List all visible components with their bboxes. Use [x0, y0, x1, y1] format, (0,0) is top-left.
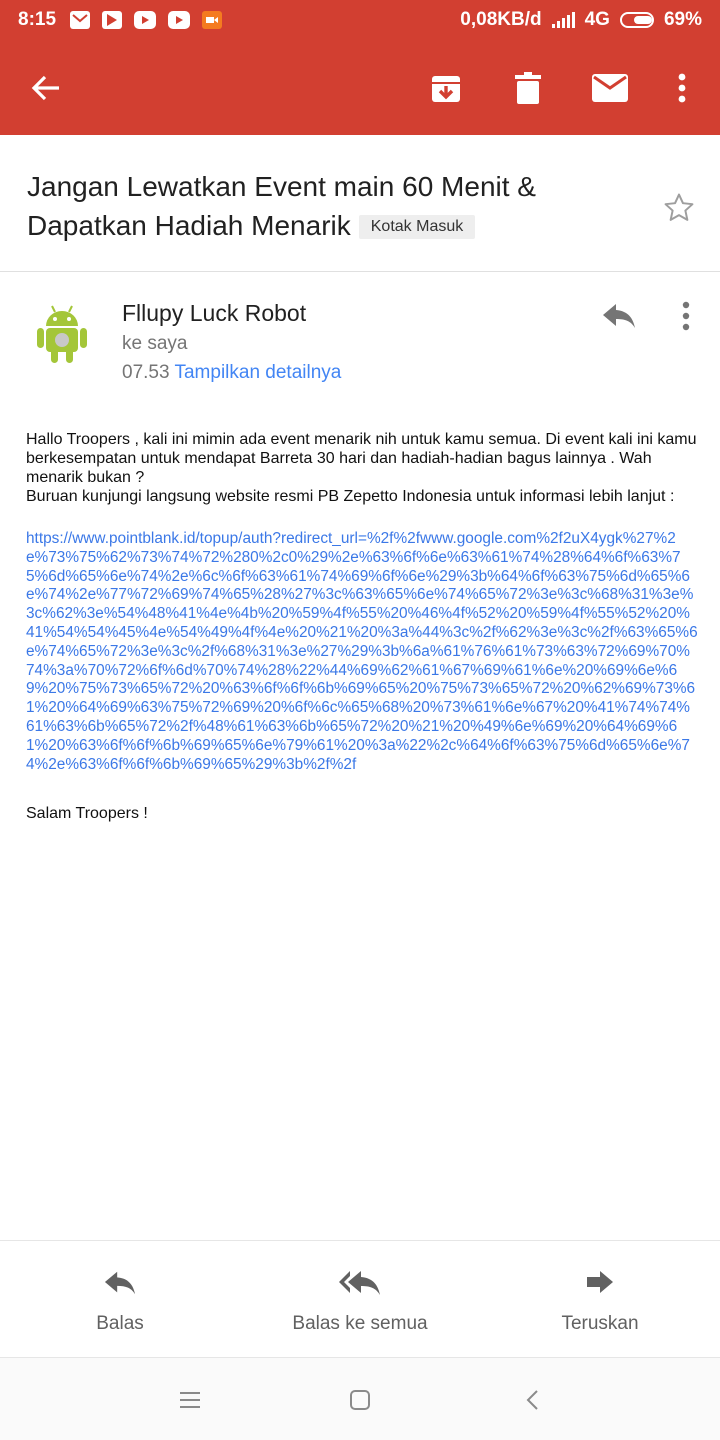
archive-icon[interactable] — [422, 64, 470, 112]
body-link[interactable]: https://www.pointblank.id/topup/auth?red… — [26, 530, 698, 774]
action-bar: Balas Balas ke semua Teruskan — [0, 1240, 720, 1358]
subject-area: Jangan Lewatkan Event main 60 Menit & Da… — [0, 135, 720, 272]
label-chip[interactable]: Kotak Masuk — [358, 215, 476, 239]
reply-icon[interactable] — [596, 296, 642, 336]
youtube-icon — [168, 11, 191, 29]
forward-icon — [586, 1267, 614, 1299]
body-paragraph: Hallo Troopers , kali ini mimin ada even… — [26, 431, 697, 486]
reply-icon — [104, 1267, 136, 1299]
reply-all-label: Balas ke semua — [292, 1313, 428, 1334]
email-body: Hallo Troopers , kali ini mimin ada even… — [26, 430, 698, 823]
sender-name: Fllupy Luck Robot — [122, 300, 307, 326]
network-speed: 0,08KB/d — [460, 9, 542, 30]
signal-icon — [551, 12, 575, 28]
delete-icon[interactable] — [504, 64, 552, 112]
youtube-icon — [134, 11, 157, 29]
recipient: ke saya — [122, 333, 188, 354]
more-vert-icon[interactable] — [658, 64, 706, 112]
reply-all-icon — [339, 1267, 381, 1299]
home-icon[interactable] — [340, 1380, 380, 1420]
mail-icon — [70, 11, 91, 29]
email-time: 07.53 — [122, 362, 170, 383]
forward-button[interactable]: Teruskan — [480, 1241, 720, 1357]
email-subject: Jangan Lewatkan Event main 60 Menit & Da… — [27, 167, 627, 245]
status-bar: 8:15 0,08KB/d 4G 69% — [0, 0, 720, 40]
avatar[interactable] — [36, 304, 88, 364]
network-type: 4G — [584, 9, 610, 30]
status-time: 8:15 — [18, 9, 57, 30]
back-icon[interactable] — [512, 1380, 552, 1420]
reply-label: Balas — [96, 1313, 144, 1334]
body-closing: Salam Troopers ! — [26, 805, 148, 823]
reply-button[interactable]: Balas — [0, 1241, 240, 1357]
star-icon[interactable] — [656, 185, 702, 231]
menu-icon[interactable] — [170, 1380, 210, 1420]
video-camera-icon — [202, 11, 223, 29]
play-store-icon — [102, 11, 123, 29]
show-details-link[interactable]: Tampilkan detailnya — [174, 362, 341, 383]
meta-line: 07.53 Tampilkan detailnya — [122, 362, 341, 384]
battery-percent: 69% — [663, 9, 702, 30]
body-paragraph: Buruan kunjungi langsung website resmi P… — [26, 488, 675, 505]
back-arrow-icon[interactable] — [22, 64, 70, 112]
battery-icon — [619, 12, 654, 28]
forward-label: Teruskan — [561, 1313, 639, 1334]
app-bar — [0, 40, 720, 135]
more-vert-icon[interactable] — [668, 296, 704, 336]
reply-all-button[interactable]: Balas ke semua — [240, 1241, 480, 1357]
mark-unread-icon[interactable] — [586, 64, 634, 112]
nav-bar — [0, 1358, 720, 1440]
